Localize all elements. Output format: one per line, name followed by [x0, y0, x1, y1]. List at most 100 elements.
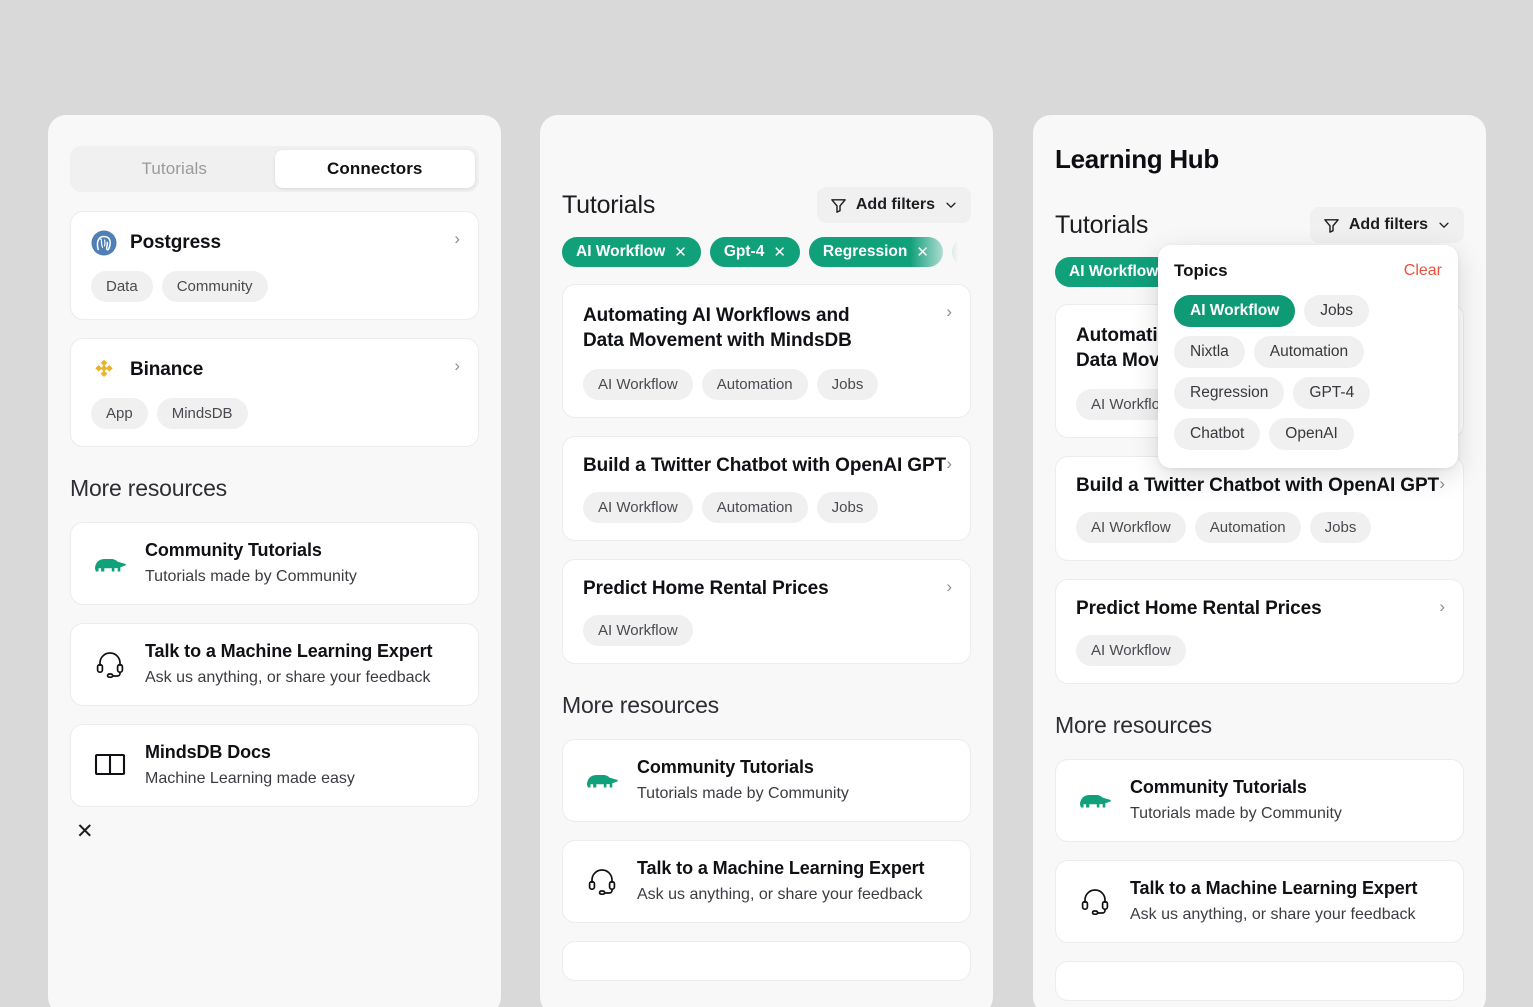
tag[interactable]: App	[91, 398, 148, 429]
tag[interactable]: Data	[91, 271, 153, 302]
elephant-icon	[91, 551, 129, 576]
section-heading-tutorials: Tutorials	[1055, 210, 1149, 239]
topic-option[interactable]: AI Workflow	[1174, 295, 1296, 327]
chevron-right-icon: ›	[946, 453, 952, 473]
tutorial-card[interactable]: › Build a Twitter Chatbot with OpenAI GP…	[562, 435, 971, 541]
tab-tutorials[interactable]: Tutorials	[74, 150, 275, 188]
resource-title: Talk to a Machine Learning Expert	[145, 641, 433, 661]
postgres-icon	[91, 230, 117, 256]
tutorial-title: Predict Home Rental Prices	[1076, 597, 1322, 619]
chevron-down-icon	[1437, 218, 1451, 232]
tag[interactable]: Community	[161, 271, 268, 302]
connector-name: Postgress	[130, 232, 221, 253]
resource-subtitle: Tutorials made by Community	[145, 568, 357, 585]
tutorial-card[interactable]: › Automating AI Workflows and Data Movem…	[562, 284, 971, 418]
resource-card-talk-to-expert[interactable]: Talk to a Machine Learning Expert Ask us…	[562, 839, 971, 923]
active-filter-chips: AI Workflow ✕ Gpt-4 ✕ Regression ✕ Regre…	[562, 237, 971, 269]
tag[interactable]: Jobs	[816, 368, 879, 400]
topic-option[interactable]: Chatbot	[1174, 418, 1261, 450]
resource-subtitle: Ask us anything, or share your feedback	[637, 885, 923, 903]
resource-card-community-tutorials[interactable]: Community Tutorials Tutorials made by Co…	[70, 522, 479, 605]
connectors-panel: Tutorials Connectors › Postgress Data Co…	[48, 115, 501, 1007]
resource-subtitle: Tutorials made by Community	[1130, 804, 1342, 822]
chevron-right-icon: ›	[454, 356, 460, 375]
elephant-icon	[1076, 787, 1114, 812]
add-filters-button[interactable]: Add filters	[816, 187, 971, 223]
filter-chip[interactable]: Regression ✕	[808, 237, 943, 267]
tab-connectors[interactable]: Connectors	[274, 150, 475, 188]
tutorial-title: Predict Home Rental Prices	[583, 577, 829, 599]
resource-title: Talk to a Machine Learning Expert	[1130, 877, 1418, 898]
elephant-icon	[583, 767, 621, 792]
connector-card-binance[interactable]: › Binance App MindsDB	[70, 338, 479, 447]
tutorial-title: Build a Twitter Chatbot with OpenAI GPT	[1076, 474, 1440, 496]
resource-title: Community Tutorials	[1130, 776, 1307, 797]
topic-option[interactable]: GPT-4	[1293, 377, 1371, 409]
resource-title: Talk to a Machine Learning Expert	[637, 857, 925, 878]
topic-option[interactable]: OpenAI	[1269, 418, 1354, 450]
page-title: Learning Hub	[1055, 144, 1219, 174]
chevron-right-icon: ›	[946, 576, 952, 596]
clear-filters-button[interactable]: Clear	[1404, 262, 1442, 280]
tag[interactable]: AI Workflow	[1076, 634, 1186, 666]
headset-icon	[91, 649, 129, 679]
add-filters-button[interactable]: Add filters	[1309, 207, 1464, 243]
tutorial-tags: AI Workflow Automation Jobs	[1076, 511, 1443, 543]
resource-title: MindsDB Docs	[145, 742, 271, 762]
tag[interactable]: AI Workflow	[1076, 511, 1186, 543]
resource-card-mindsdb-docs[interactable]: MindsDB Docs Machine Learning made easy	[70, 724, 479, 807]
tag[interactable]: Jobs	[1309, 511, 1372, 543]
chevron-right-icon: ›	[1439, 596, 1445, 616]
remove-filter-icon[interactable]: ✕	[773, 243, 786, 261]
filter-chip-label: AI Workflow	[1069, 263, 1159, 280]
topic-option[interactable]: Nixtla	[1174, 336, 1245, 368]
chevron-right-icon: ›	[1439, 473, 1445, 493]
tag[interactable]: Jobs	[816, 491, 879, 523]
tag[interactable]: AI Workflow	[583, 614, 693, 646]
filter-chip[interactable]: Regression ✕	[951, 237, 971, 267]
connector-card-postgress[interactable]: › Postgress Data Community	[70, 211, 479, 320]
tutorial-card[interactable]: › Predict Home Rental Prices AI Workflow	[562, 558, 971, 664]
section-heading-tutorials: Tutorials	[562, 190, 656, 219]
topic-option[interactable]: Jobs	[1304, 295, 1370, 327]
tag[interactable]: MindsDB	[156, 398, 248, 429]
filter-funnel-icon	[830, 197, 847, 214]
filter-chip[interactable]: AI Workflow ✕	[562, 237, 701, 267]
filter-chip[interactable]: AI Workflow	[1055, 257, 1173, 287]
more-resources-heading: More resources	[70, 475, 227, 501]
topic-option[interactable]: Regression	[1174, 377, 1285, 409]
tab-switcher[interactable]: Tutorials Connectors	[70, 146, 479, 192]
tutorial-card[interactable]: › Build a Twitter Chatbot with OpenAI GP…	[1055, 455, 1464, 561]
filter-chip[interactable]: Gpt-4 ✕	[709, 237, 800, 267]
chevron-right-icon: ›	[946, 302, 952, 321]
connector-tags: Data Community	[91, 271, 458, 302]
tag[interactable]: Automation	[1194, 511, 1301, 543]
resource-card-community-tutorials[interactable]: Community Tutorials Tutorials made by Co…	[1055, 758, 1464, 842]
filter-chip-label: AI Workflow	[576, 243, 666, 260]
resource-card-partial[interactable]	[562, 940, 971, 981]
remove-filter-icon[interactable]: ✕	[674, 243, 687, 261]
filter-funnel-icon	[1323, 217, 1340, 234]
tutorial-card[interactable]: › Predict Home Rental Prices AI Workflow	[1055, 578, 1464, 684]
remove-filter-icon[interactable]: ✕	[916, 243, 929, 261]
resource-card-community-tutorials[interactable]: Community Tutorials Tutorials made by Co…	[562, 738, 971, 822]
tag[interactable]: Automation	[701, 368, 808, 400]
resource-subtitle: Ask us anything, or share your feedback	[1130, 905, 1416, 923]
resource-title: Community Tutorials	[637, 756, 814, 777]
connector-name: Binance	[130, 359, 204, 380]
topic-option[interactable]: Automation	[1253, 336, 1365, 368]
tutorial-tags: AI Workflow	[1076, 634, 1443, 666]
resource-card-talk-to-expert[interactable]: Talk to a Machine Learning Expert Ask us…	[1055, 859, 1464, 943]
tag[interactable]: Automation	[701, 491, 808, 523]
tag[interactable]: AI Workflow	[583, 491, 693, 523]
tutorials-panel: Tutorials Add filters AI Workflow ✕ Gpt-…	[540, 115, 993, 1007]
tag[interactable]: AI Workflow	[583, 368, 693, 400]
add-filters-label: Add filters	[1348, 216, 1428, 233]
tutorial-tags: AI Workflow	[583, 614, 950, 646]
headset-icon	[1076, 886, 1114, 916]
resource-subtitle: Machine Learning made easy	[145, 770, 355, 787]
resource-card-talk-to-expert[interactable]: Talk to a Machine Learning Expert Ask us…	[70, 623, 479, 706]
resource-card-partial[interactable]	[1055, 960, 1464, 1001]
tutorial-title: Build a Twitter Chatbot with OpenAI GPT	[583, 454, 947, 476]
close-icon[interactable]: ✕	[76, 821, 94, 842]
